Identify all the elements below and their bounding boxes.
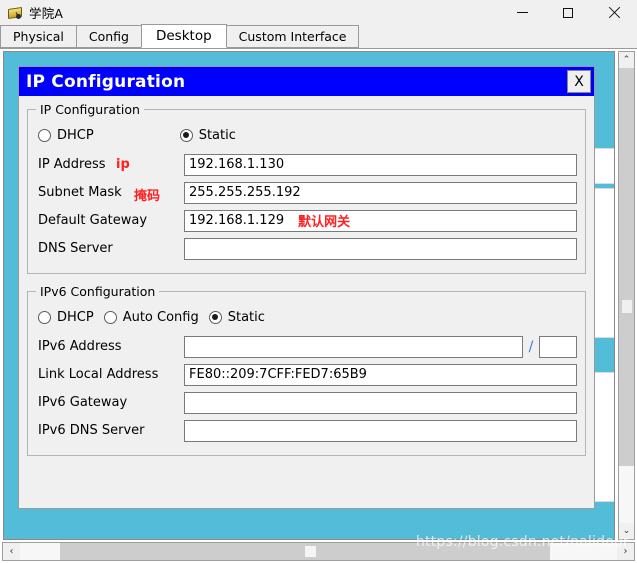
window-titlebar: 学院A xyxy=(0,0,637,25)
ipv6-group-legend: IPv6 Configuration xyxy=(40,284,156,299)
packet-tracer-device-window: 学院A Physical Config Desktop Custom Inter… xyxy=(0,0,637,563)
ipv4-radio-dhcp[interactable]: DHCP xyxy=(38,128,94,143)
horizontal-scroll-thumb-grip xyxy=(305,546,316,557)
label-text: Default Gateway xyxy=(38,213,148,228)
ipv4-radio-static[interactable]: Static xyxy=(179,127,236,143)
label-text: DNS Server xyxy=(38,241,113,256)
vertical-scroll-thumb[interactable] xyxy=(619,68,634,466)
ipv6-field-gateway: IPv6 Gateway xyxy=(38,389,577,416)
ipv6-dns-server-input[interactable] xyxy=(184,419,577,442)
ipv6-field-dns-server: IPv6 DNS Server xyxy=(38,417,577,444)
tab-config[interactable]: Config xyxy=(75,25,142,48)
ipv6-address-input[interactable] xyxy=(184,335,523,358)
ipv4-subnet-mask-label: Subnet Mask 掩码 xyxy=(38,185,184,204)
label-text: Subnet Mask xyxy=(38,185,122,200)
label-text: IP Address xyxy=(38,157,106,172)
device-icon xyxy=(7,5,23,21)
ipv6-gateway-label: IPv6 Gateway xyxy=(38,395,184,410)
ipv6-radio-auto-config-label: Auto Config xyxy=(122,309,199,325)
desktop-content-area: r or IP Configuration X IP Confi xyxy=(0,49,637,563)
ipv4-default-gateway-label: Default Gateway xyxy=(38,213,184,228)
ip-configuration-dialog: IP Configuration X IP Configuration DHCP xyxy=(18,66,595,509)
input-value: FE80::209:7CFF:FED7:65B9 xyxy=(189,367,367,382)
horizontal-scrollbar[interactable]: ‹ › xyxy=(2,542,635,561)
ipv6-mode-radio-group: DHCP Auto Config Static xyxy=(38,305,577,329)
ipv4-field-subnet-mask: Subnet Mask 掩码 255.255.255.192 xyxy=(38,179,577,206)
label-text: Link Local Address xyxy=(38,367,159,382)
vertical-scroll-track[interactable] xyxy=(619,68,634,523)
radio-unchecked-icon xyxy=(38,310,51,324)
input-value: 192.168.1.129 xyxy=(189,213,285,228)
ipv6-address-label: IPv6 Address xyxy=(38,339,184,354)
vertical-scroll-thumb-grip xyxy=(622,300,632,313)
vertical-scrollbar[interactable]: ⌃ ⌄ xyxy=(618,51,635,540)
minimize-icon xyxy=(516,12,528,13)
ipv4-mode-radio-group: DHCP Static xyxy=(38,123,577,147)
tab-desktop[interactable]: Desktop xyxy=(140,24,227,48)
close-icon xyxy=(608,7,620,19)
ipv6-link-local-address-label: Link Local Address xyxy=(38,367,184,382)
ipv4-dns-server-label: DNS Server xyxy=(38,241,184,256)
ipv6-gateway-input[interactable] xyxy=(184,391,577,414)
tab-custom-interface[interactable]: Custom Interface xyxy=(225,25,360,48)
ipv6-prefix-length-input[interactable] xyxy=(539,335,577,358)
ipv4-field-dns-server: DNS Server xyxy=(38,235,577,262)
horizontal-scroll-track[interactable] xyxy=(20,543,617,560)
ipv6-field-address: IPv6 Address / xyxy=(38,333,577,360)
scroll-up-icon[interactable]: ⌃ xyxy=(619,52,634,68)
scroll-left-icon[interactable]: ‹ xyxy=(3,543,20,560)
radio-checked-icon xyxy=(179,128,193,142)
annotation-ip: ip xyxy=(116,157,130,172)
annotation-subnet-mask: 掩码 xyxy=(134,189,161,204)
ipv4-field-default-gateway: Default Gateway 192.168.1.129 默认网关 xyxy=(38,207,577,234)
ipv6-radio-dhcp-label: DHCP xyxy=(57,309,94,325)
tab-physical[interactable]: Physical xyxy=(0,25,77,48)
ipv4-ip-address-input[interactable]: 192.168.1.130 xyxy=(184,153,577,176)
maximize-icon xyxy=(563,7,573,18)
scroll-down-icon[interactable]: ⌄ xyxy=(619,523,634,539)
ipv6-prefix-separator: / xyxy=(528,338,534,355)
dialog-titlebar: IP Configuration X xyxy=(19,67,594,96)
ipv4-dns-server-input[interactable] xyxy=(184,237,577,260)
ipv4-ip-address-label: IP Address ip xyxy=(38,157,184,172)
close-button[interactable] xyxy=(591,0,637,25)
ipv6-radio-dhcp[interactable]: DHCP xyxy=(38,310,94,325)
scroll-right-icon[interactable]: › xyxy=(617,543,634,560)
ipv6-field-link-local-address: Link Local Address FE80::209:7CFF:FED7:6… xyxy=(38,361,577,388)
ipv4-configuration-group: IP Configuration DHCP Static IP Address … xyxy=(27,102,586,274)
maximize-button[interactable] xyxy=(545,0,591,25)
window-title: 学院A xyxy=(29,6,64,21)
ipv4-radio-dhcp-label: DHCP xyxy=(57,127,94,143)
ipv6-dns-server-label: IPv6 DNS Server xyxy=(38,423,184,438)
dialog-close-button[interactable]: X xyxy=(567,70,591,93)
dialog-body: IP Configuration DHCP Static IP Address … xyxy=(19,96,594,456)
tab-strip: Physical Config Desktop Custom Interface xyxy=(0,24,637,49)
label-text: IPv6 Address xyxy=(38,339,122,354)
radio-unchecked-icon xyxy=(38,128,51,142)
ipv4-group-legend: IP Configuration xyxy=(40,102,140,117)
input-value: 255.255.255.192 xyxy=(189,185,301,200)
label-text: IPv6 Gateway xyxy=(38,395,128,410)
ipv4-field-ip-address: IP Address ip 192.168.1.130 xyxy=(38,151,577,178)
dialog-title: IP Configuration xyxy=(26,71,186,92)
ipv6-radio-static-label: Static xyxy=(227,309,265,325)
input-value: 192.168.1.130 xyxy=(189,157,285,172)
ipv6-configuration-group: IPv6 Configuration DHCP Auto Config Stat… xyxy=(27,284,586,456)
ipv6-link-local-address-input[interactable]: FE80::209:7CFF:FED7:65B9 xyxy=(184,363,577,386)
ipv4-radio-static-label: Static xyxy=(198,127,236,143)
label-text: IPv6 DNS Server xyxy=(38,423,145,438)
ipv4-default-gateway-input[interactable]: 192.168.1.129 默认网关 xyxy=(184,209,577,232)
ipv6-radio-static[interactable]: Static xyxy=(208,309,265,325)
desktop-pane: r or IP Configuration X IP Confi xyxy=(3,51,615,540)
radio-checked-icon xyxy=(208,310,222,324)
window-controls xyxy=(499,0,637,25)
ipv4-subnet-mask-input[interactable]: 255.255.255.192 xyxy=(184,181,577,204)
annotation-default-gateway: 默认网关 xyxy=(298,215,351,230)
radio-unchecked-icon xyxy=(103,310,117,324)
minimize-button[interactable] xyxy=(499,0,545,25)
ipv6-radio-auto-config[interactable]: Auto Config xyxy=(103,309,199,325)
